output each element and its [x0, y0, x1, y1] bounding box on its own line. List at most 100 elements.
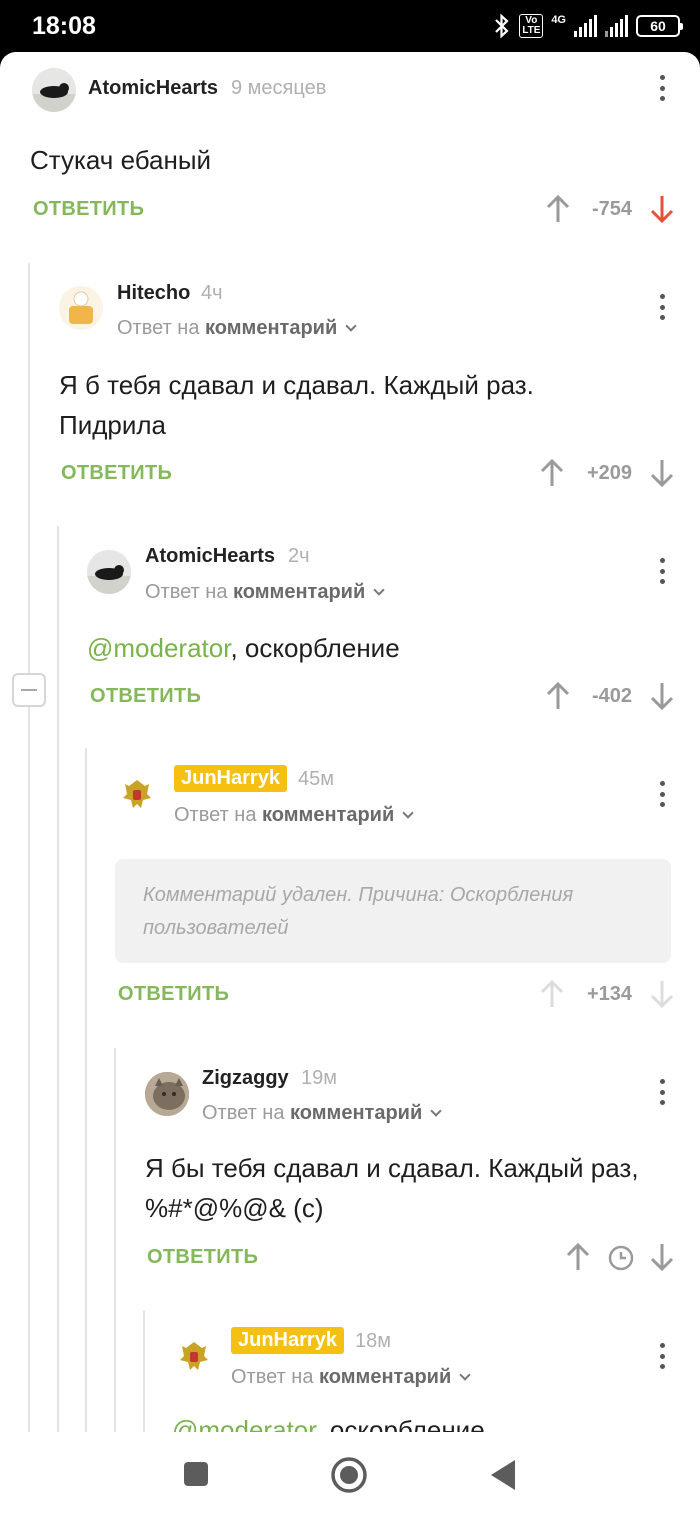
downvote-icon[interactable] [649, 1242, 675, 1272]
comment-text: Стукач ебаный [30, 145, 212, 175]
more-options-icon[interactable] [647, 1341, 677, 1371]
reply-to-prefix: Ответ на [231, 1366, 314, 1388]
comment-author[interactable]: Hitecho [117, 282, 190, 305]
downvote-icon [650, 981, 674, 1009]
comment-time: 18м [355, 1330, 391, 1352]
avatar[interactable] [172, 1334, 216, 1378]
bluetooth-icon [495, 13, 509, 39]
status-icons: Vo LTE 4G 60 [493, 10, 683, 42]
downvote-icon[interactable] [649, 458, 675, 488]
reply-to-target: комментарий [233, 581, 366, 603]
comment-time: 19м [301, 1067, 337, 1089]
comment-time: 2ч [288, 545, 310, 567]
chevron-down-icon [345, 320, 357, 332]
more-options-icon[interactable] [647, 779, 677, 809]
comment-score: +134 [586, 983, 632, 1005]
comment-time: 9 месяцев [231, 77, 327, 99]
navigation-bar [0, 1432, 700, 1517]
chevron-down-icon [459, 1369, 471, 1381]
chevron-down-icon [373, 584, 385, 596]
avatar[interactable] [87, 550, 131, 594]
reply-to-prefix: Ответ на [202, 1102, 285, 1124]
comment-text: @moderator, оскорбление [172, 1410, 485, 1432]
avatar[interactable] [32, 68, 76, 112]
collapse-thread-button[interactable] [12, 673, 46, 707]
chevron-down-icon [430, 1105, 442, 1117]
more-options-icon[interactable] [647, 292, 677, 322]
reply-button[interactable]: ОТВЕТИТЬ [147, 1246, 258, 1269]
battery-icon: 60 [636, 15, 683, 37]
signal-icon [574, 15, 597, 37]
reply-to-target: комментарий [290, 1102, 423, 1124]
reply-to-link[interactable]: Ответ на комментарий [231, 1366, 471, 1389]
comment-score: +209 [586, 462, 632, 484]
avatar[interactable] [115, 772, 159, 816]
thread-line-4 [114, 1048, 116, 1432]
reply-button[interactable]: ОТВЕТИТЬ [61, 462, 172, 485]
comment-text: Я б тебя сдавал и сдавал. Каждый раз. Пи… [59, 370, 534, 440]
reply-to-link[interactable]: Ответ на комментарий [202, 1102, 442, 1125]
reply-to-link[interactable]: Ответ на комментарий [174, 804, 414, 827]
comment-time: 45м [298, 768, 334, 790]
thread-line-1 [28, 263, 30, 1432]
comment-text-body: , оскорбление [315, 1415, 485, 1432]
comment-time: 4ч [201, 282, 223, 304]
volte-icon: Vo LTE [519, 14, 544, 38]
reply-to-prefix: Ответ на [117, 317, 200, 339]
coat-of-arms-avatar-image [172, 1334, 216, 1378]
reply-to-target: комментарий [205, 317, 338, 339]
reply-to-prefix: Ответ на [145, 581, 228, 603]
comment-author[interactable]: JunHarryk [174, 765, 287, 792]
comment-author[interactable]: JunHarryk [231, 1327, 344, 1354]
mention-link[interactable]: @moderator [172, 1415, 315, 1432]
coat-of-arms-avatar-image [115, 772, 159, 816]
recent-apps-button[interactable] [182, 1460, 210, 1488]
comments-sheet[interactable]: AtomicHearts 9 месяцев Стукач ебаный ОТВ… [0, 52, 700, 1432]
upvote-icon [540, 979, 564, 1007]
status-bar: 18:08 Vo LTE 4G 60 [0, 0, 700, 52]
thread-line-2 [57, 526, 59, 1432]
status-time: 18:08 [32, 12, 96, 40]
comment-author[interactable]: AtomicHearts [145, 545, 275, 568]
thread-line-5 [143, 1310, 145, 1432]
upvote-icon[interactable] [545, 194, 571, 224]
clock-icon [608, 1245, 634, 1271]
comment-text-body: , оскорбление [230, 633, 400, 663]
reply-to-link[interactable]: Ответ на комментарий [117, 317, 357, 340]
comment-text: @moderator, оскорбление [87, 628, 400, 668]
comment-author[interactable]: Zigzaggy [202, 1067, 289, 1090]
reply-button[interactable]: ОТВЕТИТЬ [33, 198, 144, 221]
reply-to-target: комментарий [319, 1366, 452, 1388]
cat-avatar-image [32, 68, 76, 112]
more-options-icon[interactable] [647, 556, 677, 586]
back-button[interactable] [488, 1458, 518, 1492]
deleted-comment-notice: Комментарий удален. Причина: Оскорбления… [115, 859, 671, 963]
cat-avatar-image [87, 550, 131, 594]
upvote-icon[interactable] [539, 458, 565, 488]
reply-to-prefix: Ответ на [174, 804, 257, 826]
reply-to-target: комментарий [262, 804, 395, 826]
reply-button[interactable]: ОТВЕТИТЬ [118, 983, 229, 1006]
chevron-down-icon [402, 807, 414, 819]
thread-line-3 [85, 748, 87, 1432]
mention-link[interactable]: @moderator [87, 633, 230, 663]
chef-avatar-image [59, 286, 103, 330]
comment-score: -754 [591, 198, 632, 220]
network-type: 4G [551, 14, 566, 26]
avatar[interactable] [59, 286, 103, 330]
more-options-icon[interactable] [647, 73, 677, 103]
reply-to-link[interactable]: Ответ на комментарий [145, 581, 385, 604]
comment-score: -402 [591, 685, 632, 707]
upvote-icon[interactable] [565, 1242, 591, 1272]
tabby-cat-avatar-image [145, 1072, 189, 1116]
signal-icon-2 [605, 15, 628, 37]
downvote-icon[interactable] [649, 194, 675, 224]
comment-author[interactable]: AtomicHearts [88, 77, 218, 100]
avatar[interactable] [145, 1072, 189, 1116]
home-button[interactable] [330, 1456, 368, 1494]
more-options-icon[interactable] [647, 1077, 677, 1107]
reply-button[interactable]: ОТВЕТИТЬ [90, 685, 201, 708]
upvote-icon[interactable] [545, 681, 571, 711]
downvote-icon[interactable] [649, 681, 675, 711]
comment-text: Я бы тебя сдавал и сдавал. Каждый раз, %… [145, 1153, 639, 1223]
